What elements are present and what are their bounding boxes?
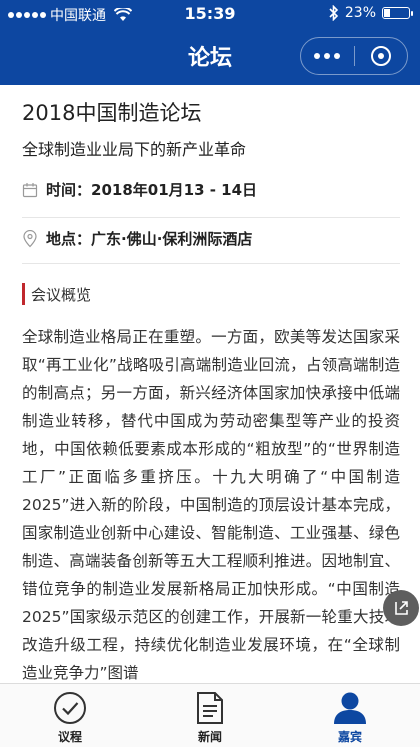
status-bar: 中国联通 15:39 23%: [0, 0, 420, 28]
time-value: 2018年01月13 - 14日: [91, 181, 258, 199]
location-pin-icon: [22, 229, 38, 248]
place-label: 地点：: [46, 230, 92, 248]
place-value: 广东·佛山·保利洲际酒店: [91, 230, 253, 248]
time-label: 时间：: [46, 181, 92, 199]
conference-place-row: 地点： 广东·佛山·保利洲际酒店: [22, 228, 252, 249]
person-icon: [332, 690, 368, 726]
share-icon: [395, 601, 408, 615]
document-icon: [196, 690, 224, 726]
status-right: 23%: [329, 5, 413, 21]
nav-bar: 论坛: [0, 28, 420, 85]
calendar-icon: [22, 182, 38, 198]
overview-heading: 会议概览: [22, 283, 91, 305]
mini-program-capsule: [300, 37, 408, 75]
check-circle-icon: [53, 690, 87, 726]
bluetooth-icon: [329, 5, 339, 21]
tab-news-label: 新闻: [197, 730, 222, 744]
share-button[interactable]: [383, 590, 419, 626]
tab-guests-label: 嘉宾: [337, 730, 362, 744]
close-ring-icon: [370, 46, 391, 66]
tab-news[interactable]: 新闻: [140, 684, 280, 747]
tab-agenda-label: 议程: [57, 730, 82, 744]
battery-fill: [384, 9, 390, 17]
more-options-button[interactable]: [301, 53, 354, 59]
overview-text: 全球制造业格局正在重塑。一方面，欧美等发达国家采取“再工业化”战略吸引高端制造业…: [22, 328, 400, 682]
conference-detail[interactable]: 2018中国制造论坛 全球制造业业局下的新产业革命 时间： 2018年01月13…: [0, 85, 420, 683]
bottom-tab-bar: 议程 新闻 嘉宾: [0, 683, 420, 747]
conference-title: 2018中国制造论坛: [22, 101, 202, 125]
conference-time-row: 时间： 2018年01月13 - 14日: [22, 179, 257, 200]
divider: [22, 217, 400, 218]
battery-icon: [382, 7, 413, 19]
tab-guests[interactable]: 嘉宾: [280, 684, 420, 747]
tab-agenda[interactable]: 议程: [0, 684, 140, 747]
battery-percent: 23%: [344, 5, 376, 21]
close-mini-program-button[interactable]: [354, 46, 407, 66]
divider: [22, 263, 400, 264]
conference-subtitle: 全球制造业业局下的新产业革命: [22, 140, 247, 159]
